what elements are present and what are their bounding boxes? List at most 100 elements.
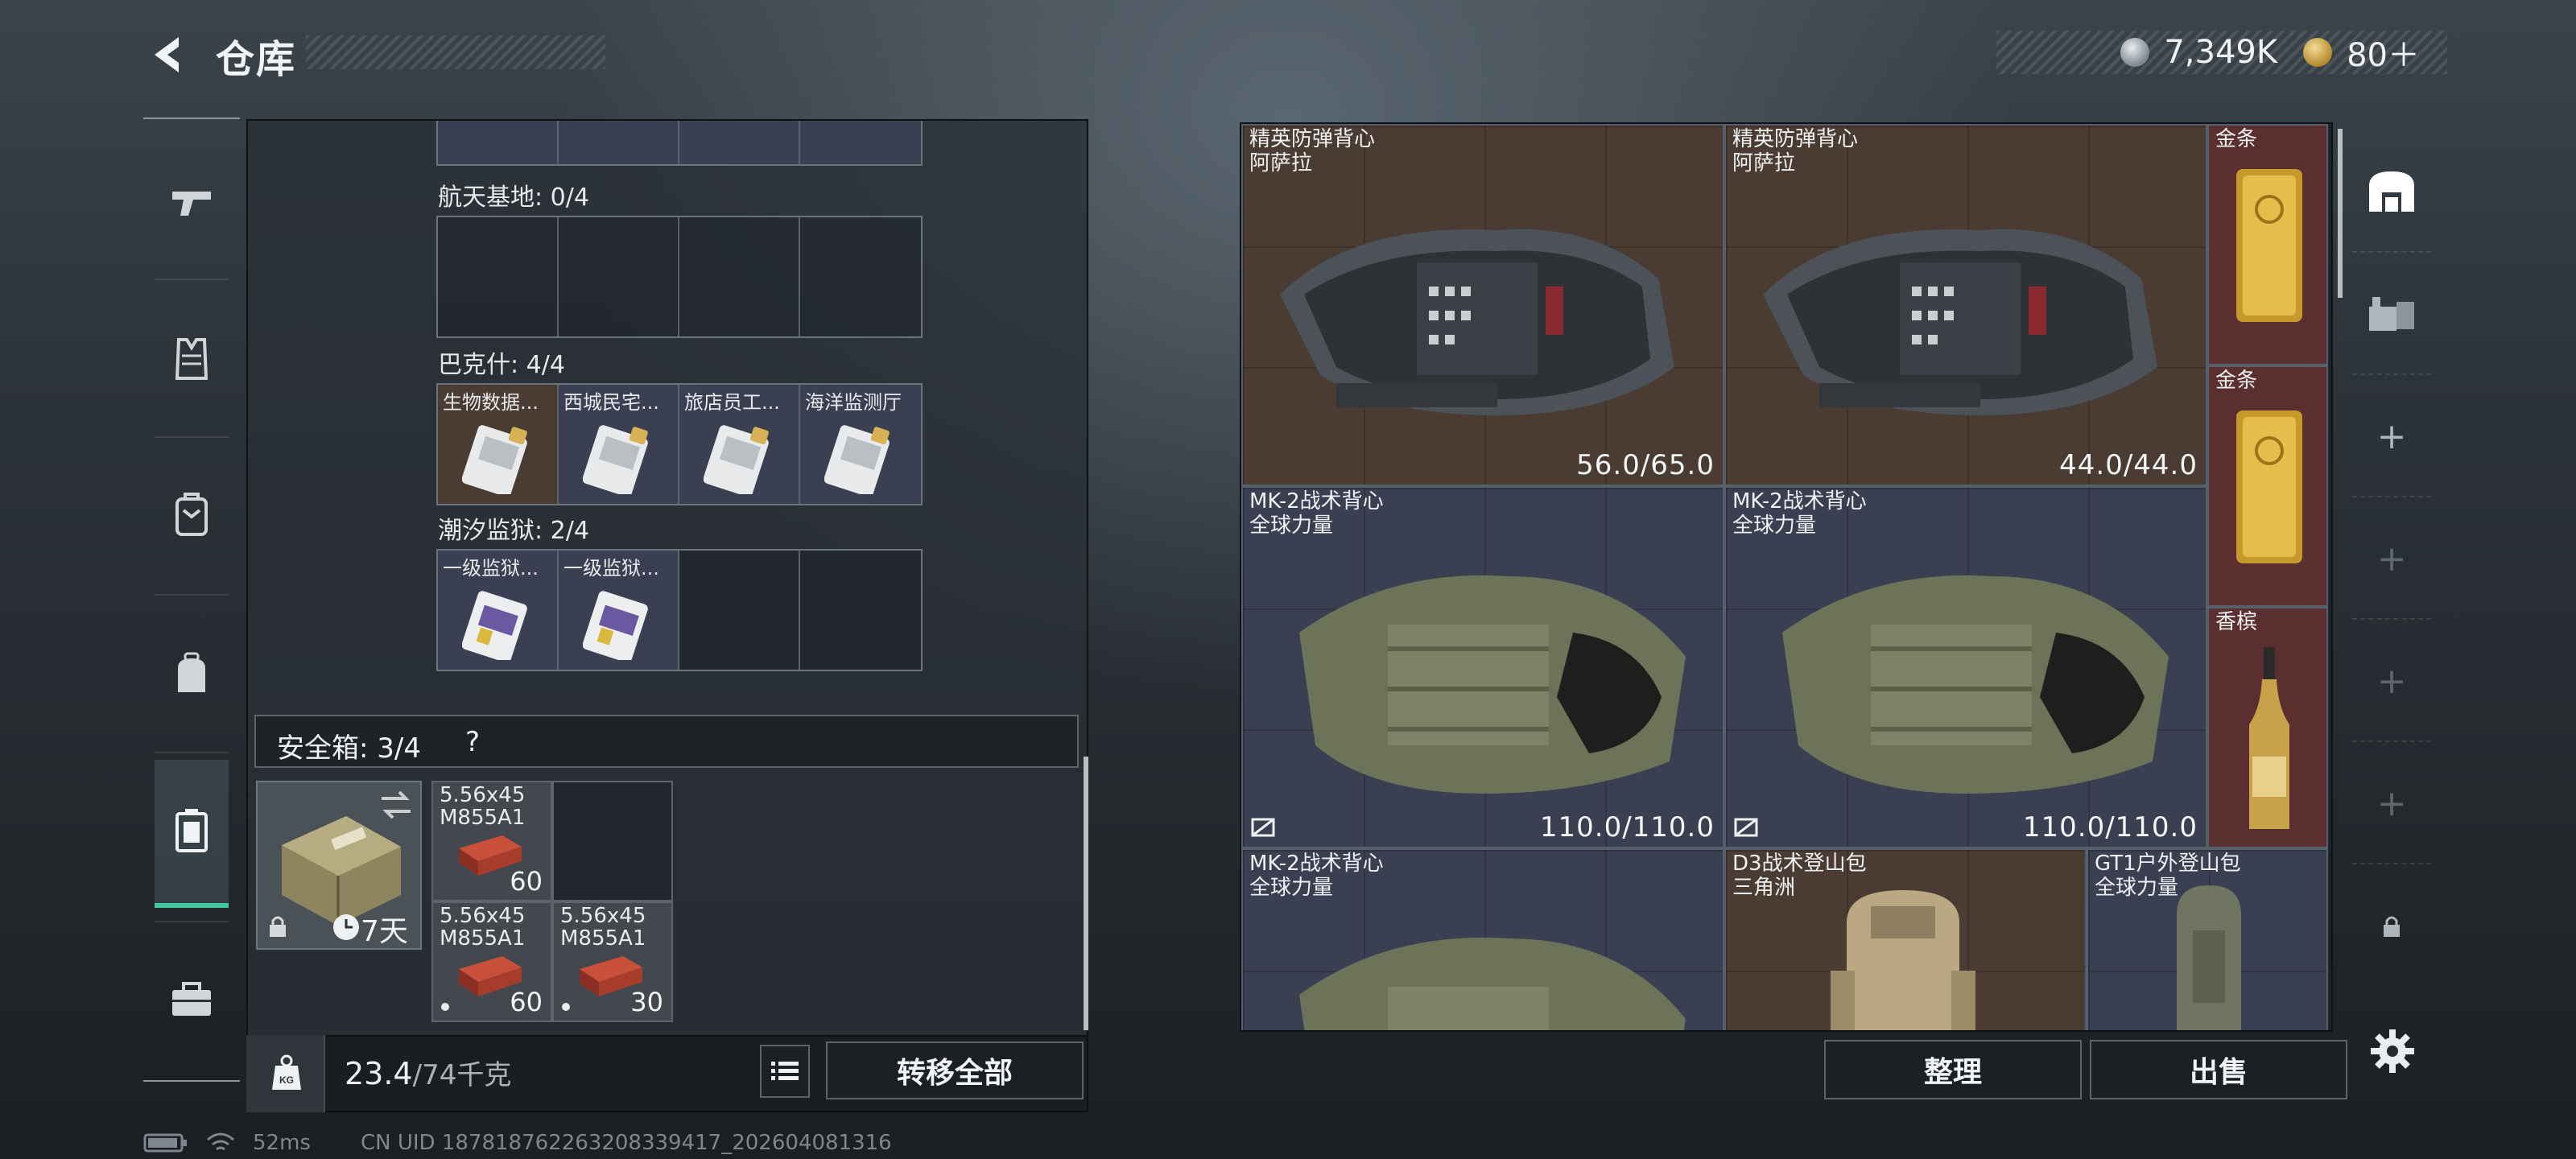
item-name: MK-2战术背心 全球力量 [1732, 489, 1867, 538]
item-slot[interactable] [679, 121, 800, 164]
keycard-slot[interactable]: 旅店员工... [679, 385, 800, 504]
ammo-slot[interactable]: 5.56x45 M855A1 60 [431, 781, 552, 901]
storage-extension-icon [2369, 297, 2414, 331]
currency-b-value[interactable]: 80＋ [2347, 29, 2420, 76]
help-icon[interactable]: ? [465, 726, 480, 758]
tab-extension[interactable] [2352, 254, 2431, 375]
section-slots [436, 216, 923, 338]
locked-tab[interactable] [2352, 866, 2431, 987]
add-storage-tab[interactable]: + [2352, 377, 2431, 497]
inventory-scrollbar[interactable] [2338, 129, 2343, 298]
empty-slot[interactable] [679, 551, 800, 670]
unmarked-icon [1734, 818, 1758, 837]
inventory-item[interactable]: 金条 [2207, 124, 2328, 365]
tactical-vest-image [1782, 575, 2169, 794]
settings-button[interactable] [2362, 1021, 2423, 1082]
plus-icon: + [2376, 538, 2407, 580]
keycard-slot[interactable]: 生物数据... [438, 385, 559, 504]
chest-rig-icon [175, 493, 208, 536]
swap-icon [382, 790, 411, 819]
left-nav [143, 118, 240, 1082]
ammo-count: 60 [510, 987, 543, 1017]
ammo-marker [441, 1003, 449, 1011]
currency-a-value: 7,349K [2164, 34, 2278, 71]
nav-weapon[interactable] [155, 129, 229, 277]
gear-icon [2371, 1029, 2414, 1073]
inventory-item[interactable]: 精英防弹背心 阿萨拉 44.0/44.0 [1724, 124, 2207, 486]
back-button[interactable] [143, 31, 192, 79]
list-icon [771, 1062, 799, 1080]
lock-icon [270, 916, 286, 937]
inventory-item[interactable]: MK-2战术背心 全球力量 110.0/110.0 [1241, 486, 1724, 848]
keycard-name: 生物数据... [443, 391, 539, 414]
item-name: MK-2战术背心 全球力量 [1249, 489, 1384, 538]
item-name: 金条 [2215, 369, 2258, 393]
nav-safe-box[interactable] [155, 760, 229, 908]
nav-backpack[interactable] [155, 600, 229, 749]
empty-slot[interactable] [800, 551, 921, 670]
top-partial-row [436, 121, 923, 166]
section-slots: 一级监狱... 一级监狱... [436, 549, 923, 671]
ammo-slot[interactable]: 5.56x45 M855A1 60 [431, 901, 552, 1022]
ammo-slot[interactable]: 5.56x45 M855A1 30 [552, 901, 673, 1022]
ammo-name: 5.56x45 M855A1 [560, 904, 646, 951]
weight-current: 23.4 [345, 1056, 413, 1091]
add-storage-tab[interactable]: + [2352, 621, 2431, 742]
inventory-item[interactable]: D3战术登山包 三角洲 [1724, 848, 2087, 1030]
empty-slot[interactable] [679, 217, 800, 336]
keycard-slot[interactable]: 一级监狱... [559, 551, 679, 670]
empty-slot[interactable] [559, 217, 679, 336]
add-storage-tab[interactable]: + [2352, 744, 2431, 864]
pistol-icon [172, 192, 211, 216]
backpack-image [2177, 885, 2241, 1030]
nav-chest-rig[interactable] [155, 441, 229, 589]
section-label: 航天基地: 0/4 [438, 184, 589, 212]
tactical-vest-image [1299, 575, 1686, 794]
wifi-icon [207, 1132, 234, 1151]
tab-main-storage[interactable] [2352, 132, 2431, 253]
user-uid: CN UID 187818762263208339417_20260408131… [360, 1131, 892, 1155]
sort-button[interactable]: 整理 [1824, 1040, 2082, 1099]
inventory-item[interactable]: GT1户外登山包 全球力量 [2087, 848, 2328, 1030]
add-storage-tab[interactable]: + [2352, 499, 2431, 620]
empty-slot[interactable] [800, 217, 921, 336]
item-name: 金条 [2215, 127, 2258, 151]
item-slot[interactable] [559, 121, 679, 164]
transfer-all-button[interactable]: 转移全部 [826, 1041, 1084, 1099]
section-slots: 生物数据... 西城民宅... 旅店员工... 海洋监测厅 [436, 383, 923, 505]
inventory-item[interactable]: 精英防弹背心 阿萨拉 56.0/65.0 [1241, 124, 1724, 486]
nav-toolbox[interactable] [155, 926, 229, 1074]
svg-text:KG: KG [279, 1074, 294, 1086]
keycard-slot[interactable]: 海洋监测厅 [800, 385, 921, 504]
weight-readout: 23.4/74千克 [345, 1053, 511, 1092]
unmarked-icon [1251, 818, 1275, 837]
weight-max: /74千克 [412, 1059, 512, 1091]
safe-box-slots: 5.56x45 M855A1 60 5.56x45 M855A1 60 5.56… [431, 781, 676, 1022]
inventory-item[interactable]: MK-2战术背心 全球力量 [1241, 848, 1724, 1030]
item-slot[interactable] [800, 121, 921, 164]
sell-button[interactable]: 出售 [2090, 1040, 2347, 1099]
item-name: MK-2战术背心 全球力量 [1249, 852, 1384, 900]
item-slot[interactable] [438, 121, 559, 164]
keycard-slot[interactable]: 西城民宅... [559, 385, 679, 504]
keycard-icon [583, 591, 648, 660]
inventory-item[interactable]: 金条 [2207, 365, 2328, 607]
keycard-slot[interactable]: 一级监狱... [438, 551, 559, 670]
keycard-name: 海洋监测厅 [805, 391, 902, 414]
empty-slot[interactable] [552, 781, 673, 901]
plus-icon: + [2376, 782, 2407, 824]
page-title: 仓库 [216, 37, 297, 82]
nav-armor[interactable] [155, 285, 229, 433]
lock-icon [2384, 916, 2400, 937]
empty-slot[interactable] [438, 217, 559, 336]
list-view-button[interactable] [760, 1045, 810, 1098]
backpack-icon [178, 652, 205, 692]
inventory-item[interactable]: 香槟 [2207, 607, 2328, 848]
ammo-count: 60 [510, 866, 543, 897]
back-arrow-icon [155, 37, 179, 72]
plus-icon: + [2376, 660, 2407, 702]
storage-home-icon [2369, 171, 2414, 212]
durability: 110.0/110.0 [1539, 811, 1715, 843]
storage-scrollbar[interactable] [1084, 757, 1088, 1030]
inventory-item[interactable]: MK-2战术背心 全球力量 110.0/110.0 [1724, 486, 2207, 848]
